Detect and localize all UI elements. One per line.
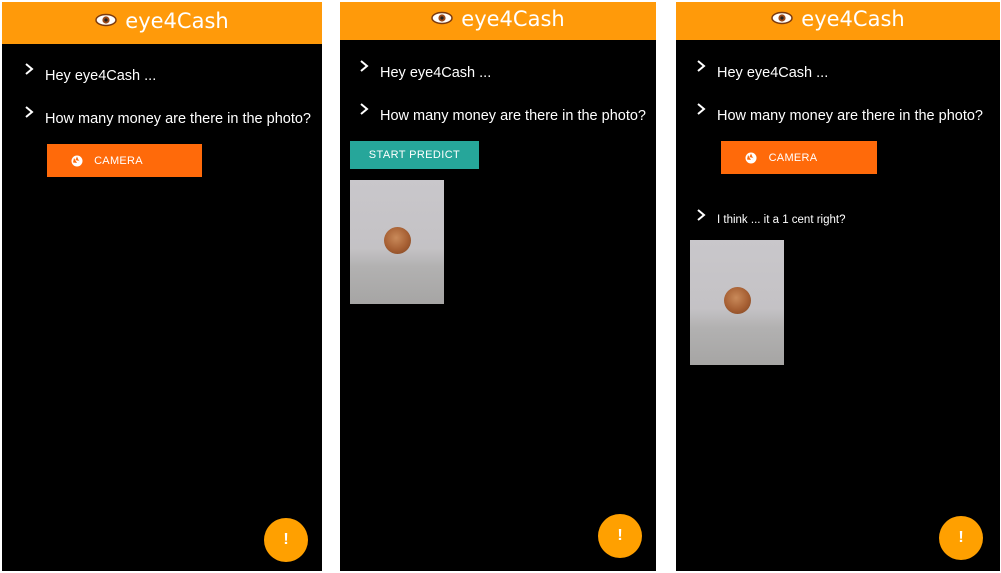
camera-button[interactable]: CAMERA: [47, 144, 202, 177]
eye-icon: [771, 11, 794, 25]
fab-label: !: [617, 527, 623, 544]
message-text: How many money are there in the photo?: [45, 111, 311, 127]
chevron-right-icon: [697, 60, 706, 72]
fab-label: !: [283, 531, 289, 548]
chevron-right-icon: [25, 63, 34, 75]
app-title: eye4Cash: [461, 7, 565, 31]
alert-fab[interactable]: !: [598, 514, 642, 558]
message-greeting: Hey eye4Cash ...: [694, 60, 829, 81]
result-text: I think ... it a 1 cent right?: [717, 214, 846, 226]
chevron-right-icon: [697, 209, 706, 221]
chevron-right-icon: [25, 106, 34, 118]
app-title: eye4Cash: [801, 7, 905, 31]
message-text: How many money are there in the photo?: [380, 108, 646, 124]
message-question: How many money are there in the photo?: [694, 103, 983, 124]
app-bar: eye4Cash: [340, 2, 656, 40]
coin-photo: [350, 180, 444, 304]
camera-button-label: CAMERA: [94, 154, 143, 167]
app-bar: eye4Cash: [2, 2, 322, 44]
coin-photo: [690, 240, 784, 365]
chevron-right-icon: [697, 103, 706, 115]
message-text: Hey eye4Cash ...: [380, 65, 492, 81]
alert-fab[interactable]: !: [939, 516, 983, 560]
coin: [384, 227, 411, 254]
camera-button[interactable]: CAMERA: [721, 141, 877, 174]
message-text: How many money are there in the photo?: [717, 108, 983, 124]
camera-button-label: CAMERA: [768, 151, 818, 164]
alert-fab[interactable]: !: [264, 518, 308, 562]
prediction-result: I think ... it a 1 cent right?: [694, 209, 846, 226]
fab-label: !: [958, 529, 964, 546]
chevron-right-icon: [360, 103, 369, 115]
app-bar: eye4Cash: [676, 2, 1000, 40]
start-predict-button[interactable]: START PREDICT: [350, 141, 479, 169]
phone-screen-2: eye4Cash Hey eye4Cash ... How many money…: [340, 2, 656, 571]
message-text: Hey eye4Cash ...: [45, 68, 157, 84]
message-greeting: Hey eye4Cash ...: [357, 60, 492, 81]
eye-icon: [95, 13, 118, 27]
app-title: eye4Cash: [125, 9, 229, 33]
message-greeting: Hey eye4Cash ...: [22, 63, 157, 84]
phone-screen-1: eye4Cash Hey eye4Cash ... How many money…: [2, 2, 322, 571]
message-question: How many money are there in the photo?: [22, 106, 311, 127]
phone-screen-3: eye4Cash Hey eye4Cash ... How many money…: [676, 2, 1000, 571]
shutter-icon: [745, 152, 757, 163]
shutter-icon: [71, 155, 83, 166]
message-question: How many money are there in the photo?: [357, 103, 646, 124]
chevron-right-icon: [360, 60, 369, 72]
message-text: Hey eye4Cash ...: [717, 65, 829, 81]
coin: [724, 287, 751, 314]
eye-icon: [431, 11, 454, 25]
